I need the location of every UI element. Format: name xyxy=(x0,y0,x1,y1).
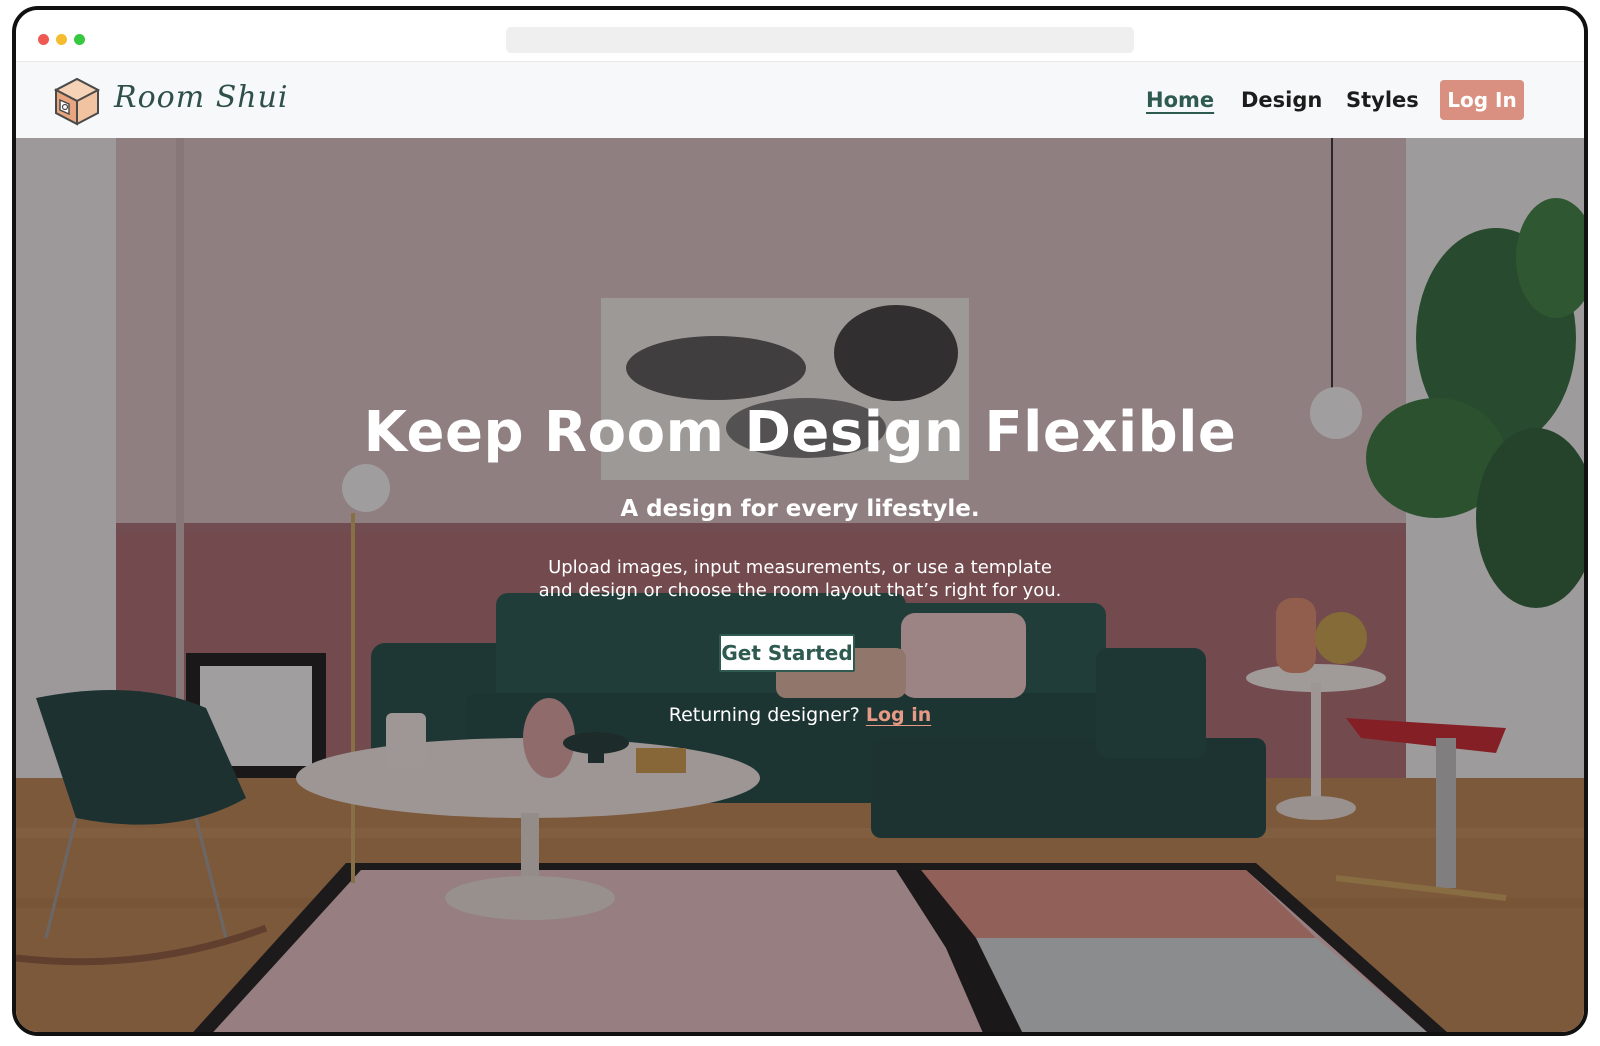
isometric-room-cube-icon[interactable] xyxy=(52,76,102,126)
close-window-button[interactable] xyxy=(38,34,49,45)
browser-titlebar xyxy=(16,10,1584,62)
hero-content: Keep Room Design Flexible A design for e… xyxy=(16,138,1584,1032)
returning-designer-prompt: Returning designer? Log in xyxy=(16,704,1584,726)
maximize-window-button[interactable] xyxy=(74,34,85,45)
hero-title: Keep Room Design Flexible xyxy=(363,400,1237,465)
hero-description-line-2: and design or choose the room layout tha… xyxy=(538,580,1062,601)
returning-login-link[interactable]: Log in xyxy=(866,704,931,726)
address-bar[interactable] xyxy=(506,27,1134,53)
browser-window: Room Shui Home Design Styles Log In Keep… xyxy=(12,6,1588,1036)
login-button[interactable]: Log In xyxy=(1440,80,1524,120)
get-started-button[interactable]: Get Started xyxy=(719,634,855,672)
site-navbar: Room Shui Home Design Styles Log In xyxy=(16,62,1584,138)
nav-styles-link[interactable]: Styles xyxy=(1346,88,1419,112)
hero-description: Upload images, input measurements, or us… xyxy=(16,556,1584,602)
brand-name[interactable]: Room Shui xyxy=(114,80,288,115)
hero-section: Keep Room Design Flexible A design for e… xyxy=(16,138,1584,1032)
returning-designer-text: Returning designer? xyxy=(668,704,860,726)
minimize-window-button[interactable] xyxy=(56,34,67,45)
hero-subtitle: A design for every lifestyle. xyxy=(620,496,980,522)
hero-description-line-1: Upload images, input measurements, or us… xyxy=(548,557,1052,578)
nav-home-link[interactable]: Home xyxy=(1146,88,1214,112)
nav-design-link[interactable]: Design xyxy=(1241,88,1322,112)
